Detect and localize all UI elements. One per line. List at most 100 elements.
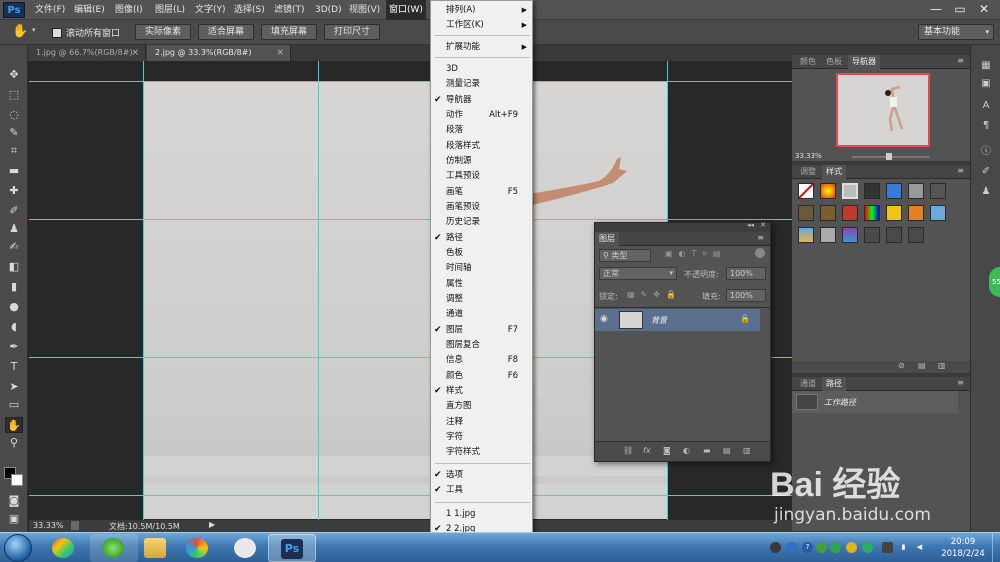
workspace-select[interactable]: 基本功能 ▾ — [918, 24, 994, 40]
info-panel-icon[interactable]: ⓘ — [978, 145, 994, 159]
dodge-tool-icon[interactable]: ◖ — [5, 319, 23, 335]
tray-icon[interactable] — [816, 542, 827, 553]
filter-toggle-icon[interactable] — [755, 248, 765, 258]
style-swatch[interactable] — [864, 183, 880, 199]
menu-window[interactable]: 窗口(W) — [386, 0, 426, 20]
new-layer-icon[interactable]: ▤ — [723, 446, 731, 455]
layers-panel-titlebar[interactable]: ◂◂ ✕ — [595, 221, 770, 232]
tab-layers[interactable]: 图层 — [595, 232, 619, 246]
gradient-tool-icon[interactable]: ▮ — [5, 279, 23, 295]
window-menu-item[interactable]: ✔ 路径 — [431, 231, 532, 246]
visibility-eye-icon[interactable]: ◉ — [600, 314, 608, 324]
window-menu-item[interactable]: 画笔预设 — [431, 200, 532, 215]
window-menu-item[interactable]: 属性 — [431, 277, 532, 292]
link-layers-icon[interactable]: ⛓ — [623, 446, 633, 455]
window-menu-item[interactable]: ✔ 导航器 — [431, 93, 532, 108]
window-menu-item[interactable]: 1 1.jpg — [431, 507, 532, 522]
menu-3d[interactable]: 3D(D) — [312, 0, 345, 20]
window-menu-item[interactable]: 时间轴 — [431, 261, 532, 276]
lock-icons[interactable]: ▦✎✥🔒 — [627, 290, 682, 299]
network-icon[interactable]: ▮ — [898, 542, 909, 553]
window-menu-item[interactable]: ✔ 工具 — [431, 483, 532, 498]
window-menu-item[interactable]: 图层复合 — [431, 338, 532, 353]
status-menu-arrow-icon[interactable]: ▶ — [209, 520, 215, 529]
tab-2-jpg[interactable]: 2.jpg @ 33.3%(RGB/8#) × — [147, 45, 291, 61]
menu-select[interactable]: 选择(S) — [231, 0, 268, 20]
window-menu-item[interactable]: 扩展功能 ▶ — [431, 40, 532, 55]
window-menu-item[interactable]: 工具预设 — [431, 169, 532, 184]
window-menu-item[interactable]: ✔ 选项 — [431, 468, 532, 483]
hand-tool-icon[interactable]: ✋ — [12, 24, 28, 40]
lasso-tool-icon[interactable]: ◌ — [5, 107, 23, 123]
taskbar-clock[interactable]: 20:09 2018/2/24 — [938, 536, 988, 560]
crop-tool-icon[interactable]: ⌗ — [5, 143, 23, 159]
zoom-level[interactable]: 33.33% — [33, 521, 64, 530]
quick-select-tool-icon[interactable]: ✎ — [5, 125, 23, 141]
tab-navigator[interactable]: 导航器 — [848, 55, 880, 69]
style-swatch[interactable] — [908, 183, 924, 199]
window-menu-item[interactable]: 颜色 F6 — [431, 369, 532, 384]
guide-line-vertical[interactable] — [318, 61, 319, 520]
menu-image[interactable]: 图像(I) — [112, 0, 146, 20]
window-menu-item[interactable]: 工作区(K) ▶ — [431, 18, 532, 33]
add-mask-icon[interactable]: ◙ — [663, 446, 671, 455]
properties-panel-icon[interactable]: ▣ — [978, 77, 994, 91]
minimize-icon[interactable]: — — [926, 1, 946, 17]
window-menu-item[interactable]: 排列(A) ▶ — [431, 3, 532, 18]
tray-icon[interactable] — [770, 542, 781, 553]
tray-icon[interactable] — [846, 542, 857, 553]
style-swatch[interactable] — [864, 227, 880, 243]
menu-file[interactable]: 文件(F) — [32, 0, 68, 20]
navigator-zoom-value[interactable]: 33.33% — [795, 152, 822, 160]
blend-mode-select[interactable]: 正常 ▾ — [599, 267, 677, 280]
style-swatch[interactable] — [886, 227, 902, 243]
style-swatch[interactable] — [886, 205, 902, 221]
paragraph-panel-icon[interactable]: ¶ — [978, 119, 994, 133]
adjustment-layer-icon[interactable]: ◐ — [683, 446, 690, 455]
menu-type[interactable]: 文字(Y) — [192, 0, 229, 20]
delete-layer-icon[interactable]: ▥ — [743, 446, 751, 455]
guide-line-vertical[interactable] — [143, 61, 144, 520]
style-swatch[interactable] — [930, 183, 946, 199]
brush-panel-icon[interactable]: ✐ — [978, 165, 994, 179]
window-menu-item[interactable]: 注释 — [431, 415, 532, 430]
tab-color[interactable]: 颜色 — [796, 55, 820, 69]
zoom-slider-handle[interactable] — [886, 153, 892, 160]
screen-mode-icon[interactable]: ▣ — [5, 511, 23, 527]
window-menu-item[interactable]: ✔ 样式 — [431, 384, 532, 399]
show-desktop-button[interactable] — [992, 533, 1000, 562]
tray-help-icon[interactable]: ? — [802, 542, 813, 553]
panel-menu-icon[interactable]: ≡ — [957, 166, 964, 175]
window-menu-item[interactable]: 仿制源 — [431, 154, 532, 169]
tab-styles[interactable]: 样式 — [822, 165, 846, 179]
layer-filter-icons[interactable]: ▣◐T⌗▤ — [665, 249, 727, 259]
tab-close-icon[interactable]: × — [131, 45, 139, 61]
history-panel-icon[interactable]: ▦ — [978, 59, 994, 73]
style-swatch[interactable] — [820, 205, 836, 221]
new-group-icon[interactable]: ▬ — [703, 446, 711, 455]
taskbar-app[interactable] — [90, 534, 138, 562]
style-swatch[interactable] — [908, 205, 924, 221]
window-menu-item[interactable]: 调整 — [431, 292, 532, 307]
tab-close-icon[interactable]: × — [276, 45, 284, 61]
fill-screen-button[interactable]: 填充屏幕 — [261, 24, 317, 40]
collapse-icon[interactable]: ◂◂ — [747, 221, 754, 229]
panel-menu-icon[interactable]: ≡ — [757, 233, 764, 242]
healing-brush-tool-icon[interactable]: ✚ — [5, 183, 23, 199]
window-menu-item[interactable]: 直方图 — [431, 399, 532, 414]
window-menu-item[interactable]: 字符 — [431, 430, 532, 445]
document-image[interactable] — [143, 81, 667, 519]
style-swatch[interactable] — [864, 205, 880, 221]
clone-stamp-tool-icon[interactable]: ♟ — [5, 221, 23, 237]
window-menu-item[interactable]: 3D — [431, 62, 532, 77]
window-menu-item[interactable]: 通道 — [431, 307, 532, 322]
tab-channels[interactable]: 通道 — [796, 377, 820, 391]
delete-style-icon[interactable]: ▥ — [938, 361, 946, 370]
character-panel-icon[interactable]: A — [978, 99, 994, 113]
clone-source-panel-icon[interactable]: ♟ — [978, 185, 994, 199]
window-menu-item[interactable]: 色板 — [431, 246, 532, 261]
eraser-tool-icon[interactable]: ◧ — [5, 259, 23, 275]
taskbar-app[interactable] — [40, 534, 88, 562]
type-tool-icon[interactable]: T — [5, 359, 23, 375]
fit-screen-button[interactable]: 适合屏幕 — [198, 24, 254, 40]
